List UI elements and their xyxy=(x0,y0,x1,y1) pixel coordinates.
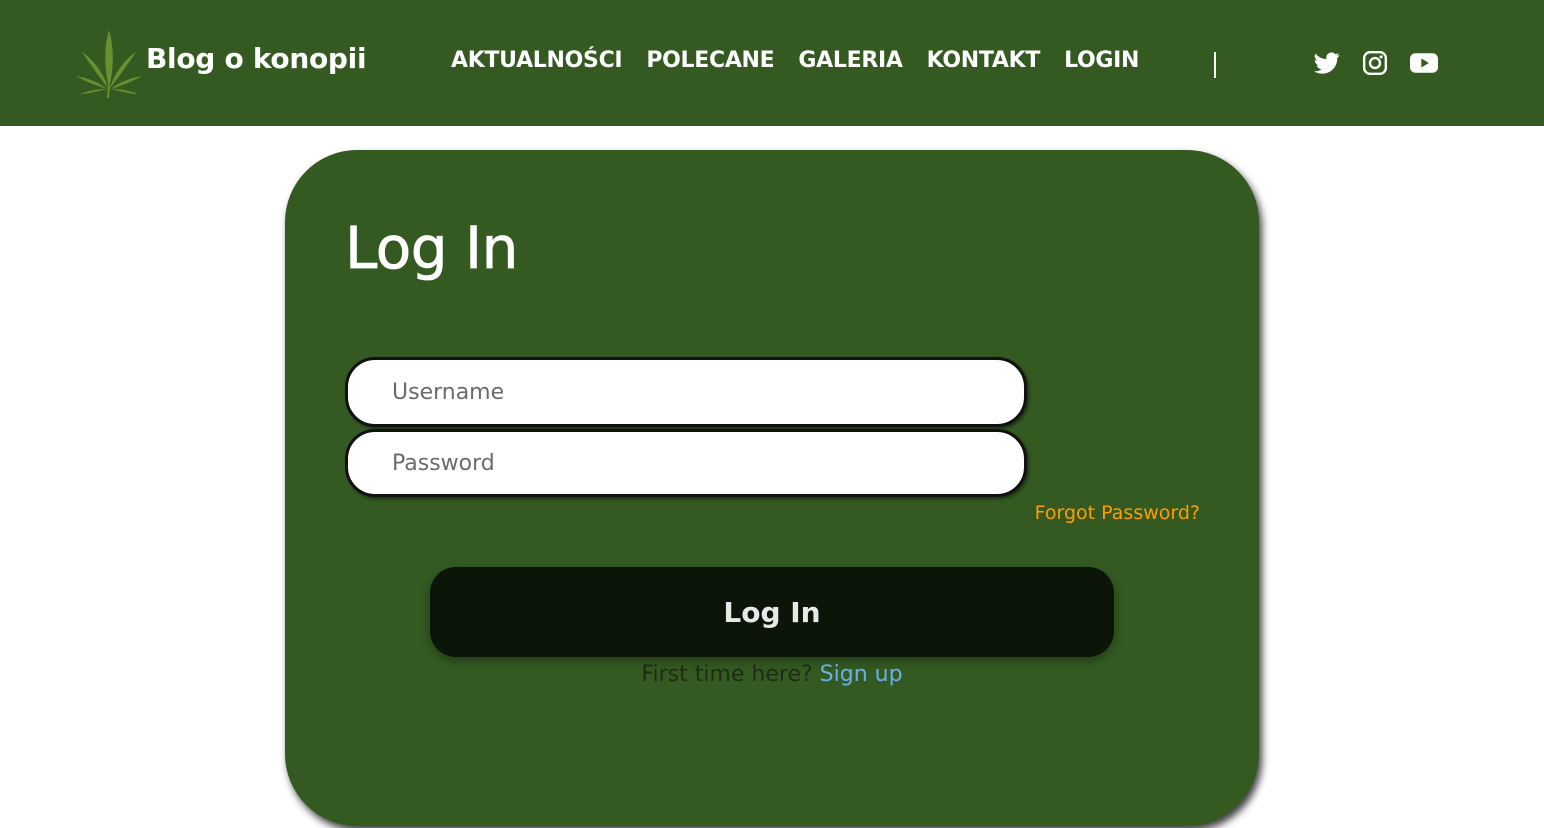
nav-galeria[interactable]: GALERIA xyxy=(798,48,902,73)
forgot-password-link[interactable]: Forgot Password? xyxy=(1035,502,1200,524)
social-links xyxy=(1314,50,1438,76)
youtube-icon[interactable] xyxy=(1410,50,1438,76)
brand-name: Blog o konopii xyxy=(146,42,367,75)
nav-kontakt[interactable]: KONTAKT xyxy=(927,48,1041,73)
first-time-text: First time here? xyxy=(641,662,813,687)
username-input[interactable] xyxy=(345,357,1027,427)
brand[interactable]: Blog o konopii xyxy=(76,28,367,98)
instagram-icon[interactable] xyxy=(1362,50,1388,76)
nav-login[interactable]: LOGIN xyxy=(1064,48,1139,73)
main-nav: AKTUALNOŚCI POLECANE GALERIA KONTAKT LOG… xyxy=(451,48,1139,73)
login-card: Log In Forgot Password? Log In First tim… xyxy=(285,150,1259,826)
twitter-icon[interactable] xyxy=(1314,50,1340,76)
site-header: Blog o konopii AKTUALNOŚCI POLECANE GALE… xyxy=(0,0,1544,126)
nav-divider xyxy=(1214,52,1216,78)
cannabis-leaf-icon xyxy=(76,30,142,98)
login-title: Log In xyxy=(345,214,519,283)
nav-polecane[interactable]: POLECANE xyxy=(646,48,774,73)
nav-aktualnosci[interactable]: AKTUALNOŚCI xyxy=(451,48,623,73)
signup-prompt: First time here? Sign up xyxy=(285,662,1259,687)
signup-link[interactable]: Sign up xyxy=(820,662,903,687)
password-input[interactable] xyxy=(345,429,1027,497)
login-button[interactable]: Log In xyxy=(430,567,1114,657)
